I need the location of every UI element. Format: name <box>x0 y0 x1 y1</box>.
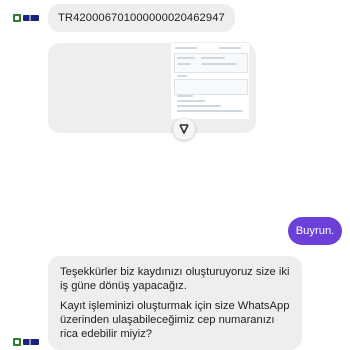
bot-message-iban-text: TR420006701000000020462947 <box>58 12 225 24</box>
bot-message-paragraph-1: Teşekkürler biz kaydınızı oluşturuyoruz … <box>60 266 290 292</box>
bot-message-request: Teşekkürler biz kaydınızı oluşturuyoruz … <box>48 256 302 350</box>
bot-message-paragraph-2: Kayıt işleminizi oluşturmak için size Wh… <box>60 300 290 340</box>
user-message: Buyrun. <box>288 217 342 245</box>
chevron-down-icon <box>179 124 189 134</box>
logo-mark <box>13 338 21 346</box>
logo-wordmark <box>23 339 39 345</box>
bot-avatar-logo-icon <box>13 337 39 347</box>
logo-mark <box>13 14 21 22</box>
bot-message-iban: TR420006701000000020462947 <box>48 4 235 32</box>
document-thumbnail[interactable] <box>170 42 250 120</box>
user-message-text: Buyrun. <box>295 225 335 237</box>
scroll-down-button[interactable] <box>173 118 195 140</box>
bot-avatar-logo-icon <box>13 13 39 23</box>
logo-wordmark <box>23 15 39 21</box>
